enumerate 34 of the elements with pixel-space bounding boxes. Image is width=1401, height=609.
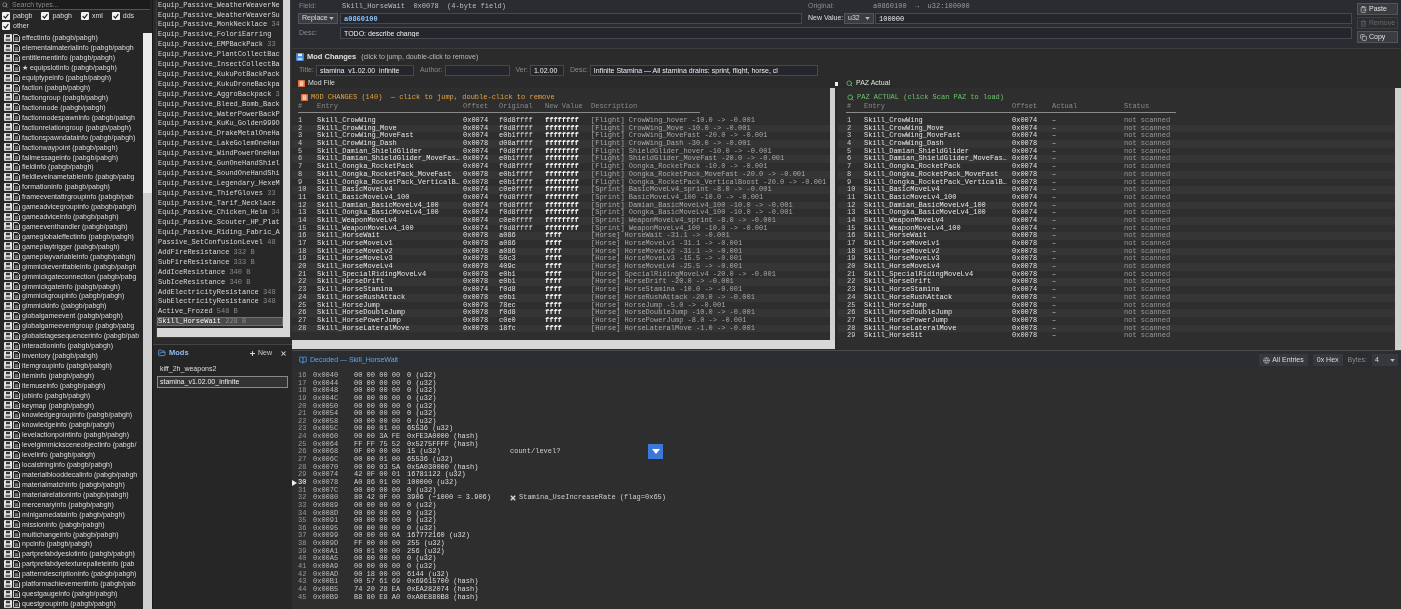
- search-icon: [847, 93, 854, 101]
- dropdown-button[interactable]: [648, 444, 663, 460]
- document-icon: [298, 79, 305, 87]
- checkbox[interactable]: [2, 12, 10, 20]
- checkbox[interactable]: [80, 12, 89, 20]
- vertical-scrollbar[interactable]: [830, 88, 835, 340]
- horizontal-scrollbar[interactable]: [292, 340, 835, 349]
- search-icon: [2, 2, 8, 8]
- globe-icon: [1263, 356, 1271, 364]
- checkbox[interactable]: [41, 12, 50, 20]
- close-icon: [280, 349, 287, 357]
- caret-icon: [865, 17, 870, 20]
- document-icon: [301, 93, 308, 101]
- horizontal-scrollbar[interactable]: [157, 328, 290, 337]
- checkbox[interactable]: [2, 22, 10, 30]
- scrollbar-thumb[interactable]: [143, 33, 152, 193]
- trash-icon: [1360, 19, 1367, 27]
- vertical-scrollbar[interactable]: [143, 33, 152, 609]
- copy-icon: [1360, 33, 1367, 41]
- plus-icon: [249, 349, 256, 357]
- caret-icon: [651, 449, 660, 455]
- cross-icon: [510, 495, 516, 502]
- search-icon: [846, 79, 853, 87]
- clipboard-icon: [1360, 5, 1367, 13]
- caret-icon: [329, 17, 334, 20]
- checkbox[interactable]: [111, 12, 120, 20]
- book-icon: [299, 356, 307, 364]
- author-field[interactable]: [444, 65, 510, 76]
- splitter-handle[interactable]: [835, 82, 838, 86]
- folder-icon: [158, 349, 166, 357]
- close-button[interactable]: [280, 349, 287, 357]
- caret-icon: [1390, 358, 1395, 362]
- vertical-scrollbar[interactable]: [1395, 88, 1401, 350]
- vertical-scrollbar[interactable]: [283, 0, 290, 328]
